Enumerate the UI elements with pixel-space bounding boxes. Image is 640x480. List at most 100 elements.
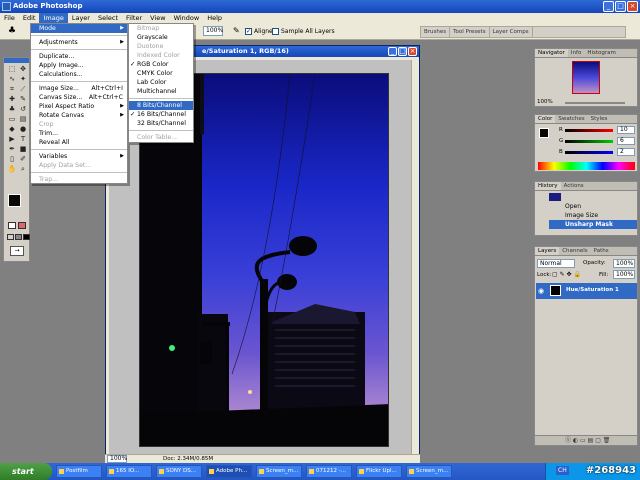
well-tab-tool-presets[interactable]: Tool Presets xyxy=(450,27,490,37)
mode_menu-item[interactable]: 32 Bits/Channel xyxy=(129,119,193,128)
stamp-tool-icon[interactable]: ♣ xyxy=(7,105,17,114)
menu-window[interactable]: Window xyxy=(170,13,204,23)
notes-tool-icon[interactable]: ▯ xyxy=(7,155,17,164)
opacity-field[interactable]: 100% xyxy=(613,259,635,268)
channel-r-slider[interactable] xyxy=(565,129,613,132)
layers-footer-buttons[interactable]: ⓢ ◐ ▭ ▤ ▢ 🗑 xyxy=(535,435,637,445)
color-foreground-swatch[interactable] xyxy=(539,128,549,138)
image_menu-item[interactable]: Apply Image... xyxy=(31,61,127,70)
mode_menu-item[interactable]: Lab Color xyxy=(129,78,193,87)
type-tool-icon[interactable]: T xyxy=(18,135,28,144)
taskbar-item[interactable]: SONY DS... xyxy=(156,465,202,478)
screen-mode-standard-icon[interactable] xyxy=(7,234,14,240)
image_menu-item[interactable]: Calculations... xyxy=(31,70,127,79)
mode_menu-item[interactable]: Multichannel xyxy=(129,87,193,96)
history-snapshot-thumbnail[interactable] xyxy=(549,193,561,201)
eyedropper-icon[interactable]: ✐ xyxy=(18,155,28,164)
image_menu-item[interactable]: Reveal All xyxy=(31,138,127,147)
dodge-tool-icon[interactable]: ● xyxy=(18,125,28,134)
status-zoom-field[interactable]: 100% xyxy=(107,455,127,463)
history-item[interactable]: Open xyxy=(549,202,637,211)
zoom-tool-icon[interactable]: ⌕ xyxy=(18,165,28,174)
taskbar-item[interactable]: 071212 -... xyxy=(306,465,352,478)
imageready-jump-icon[interactable]: → xyxy=(10,246,24,256)
color-ramp[interactable] xyxy=(538,162,635,170)
start-button[interactable]: start xyxy=(0,463,52,480)
channel-r-value[interactable]: 10 xyxy=(617,126,635,134)
history-item[interactable]: Image Size xyxy=(549,211,637,220)
eraser-tool-icon[interactable]: ▭ xyxy=(7,115,17,124)
image_menu-item[interactable]: Adjustments ▶ xyxy=(31,38,127,47)
mode_menu-item[interactable]: 16 Bits/Channel ✓ xyxy=(129,110,193,119)
menu-image[interactable]: Image xyxy=(39,13,68,23)
channel-b-slider[interactable] xyxy=(565,151,613,154)
menu-edit[interactable]: Edit xyxy=(19,13,40,23)
channel-g-slider[interactable] xyxy=(565,140,613,143)
tab-color[interactable]: Color xyxy=(535,115,556,123)
menu-help[interactable]: Help xyxy=(203,13,226,23)
image_menu-item[interactable]: Rotate Canvas ▶ xyxy=(31,111,127,120)
vertical-scrollbar[interactable] xyxy=(411,60,418,455)
taskbar-item[interactable]: Postfilm xyxy=(56,465,102,478)
tab-layers[interactable]: Layers xyxy=(535,247,560,255)
doc-minimize-icon[interactable]: _ xyxy=(388,47,397,56)
screen-mode-full-menu-icon[interactable] xyxy=(15,234,22,240)
screen-mode-full-icon[interactable] xyxy=(23,234,30,240)
tab-styles[interactable]: Styles xyxy=(588,115,611,123)
mode_menu-item[interactable]: 8 Bits/Channel xyxy=(129,101,193,110)
history-brush-icon[interactable]: ↺ xyxy=(18,105,28,114)
close-icon[interactable]: × xyxy=(627,1,638,12)
menu-view[interactable]: View xyxy=(146,13,169,23)
image_menu-item[interactable]: Canvas Size... Alt+Ctrl+C xyxy=(31,93,127,102)
lasso-tool-icon[interactable]: ∿ xyxy=(7,75,17,84)
gradient-tool-icon[interactable]: ▤ xyxy=(18,115,28,124)
tab-channels[interactable]: Channels xyxy=(559,247,590,255)
navigator-zoom-slider[interactable] xyxy=(565,102,625,104)
shape-tool-icon[interactable]: ■ xyxy=(18,145,28,154)
blur-tool-icon[interactable]: ◆ xyxy=(7,125,17,134)
menu-layer[interactable]: Layer xyxy=(68,13,94,23)
crop-tool-icon[interactable]: ⌗ xyxy=(7,85,17,94)
eye-icon[interactable]: ◉ xyxy=(538,287,544,295)
fill-field[interactable]: 100% xyxy=(613,270,635,279)
sample-all-layers-checkbox[interactable] xyxy=(272,28,279,35)
well-tab-brushes[interactable]: Brushes xyxy=(421,27,451,37)
blend-mode-select[interactable]: Normal xyxy=(537,259,575,268)
taskbar-item[interactable]: Screen_m... xyxy=(256,465,302,478)
magic-wand-icon[interactable]: ✦ xyxy=(18,75,28,84)
slice-tool-icon[interactable]: ⟋ xyxy=(18,85,28,94)
image_menu-item[interactable]: Trim... xyxy=(31,129,127,138)
image_menu-item[interactable]: Duplicate... xyxy=(31,52,127,61)
lock-icons[interactable]: ▢ ✎ ✥ 🔒 xyxy=(552,271,581,278)
well-tab-layer-comps[interactable]: Layer Comps xyxy=(490,27,533,37)
standard-mode-icon[interactable] xyxy=(8,222,16,229)
healing-brush-icon[interactable]: ✚ xyxy=(7,95,17,104)
menu-filter[interactable]: Filter xyxy=(122,13,146,23)
clone-stamp-icon[interactable]: ♣ xyxy=(8,26,16,36)
tab-swatches[interactable]: Swatches xyxy=(555,115,587,123)
image_menu-item[interactable]: Variables ▶ xyxy=(31,152,127,161)
taskbar-item[interactable]: Screen_m... xyxy=(406,465,452,478)
minimize-icon[interactable]: _ xyxy=(603,1,614,12)
menu-select[interactable]: Select xyxy=(94,13,122,23)
tab-histogram[interactable]: Histogram xyxy=(584,49,619,57)
zoom-field[interactable]: 100% xyxy=(203,26,223,36)
image_menu-item[interactable]: Pixel Aspect Ratio ▶ xyxy=(31,102,127,111)
pen-tool-icon[interactable]: ✒ xyxy=(7,145,17,154)
mode_menu-item[interactable]: Grayscale xyxy=(129,33,193,42)
brush-tool-icon[interactable]: ✎ xyxy=(18,95,28,104)
tab-paths[interactable]: Paths xyxy=(591,247,612,255)
path-select-icon[interactable]: ▶ xyxy=(7,135,17,144)
language-indicator[interactable]: CH xyxy=(556,466,569,475)
taskbar-item[interactable]: Flickr Upl... xyxy=(356,465,402,478)
foreground-color-swatch[interactable] xyxy=(8,194,21,207)
aligned-checkbox[interactable]: ✓ xyxy=(245,28,252,35)
mode_menu-item[interactable]: CMYK Color xyxy=(129,69,193,78)
layer-row[interactable]: ◉ Hue/Saturation 1 xyxy=(536,283,637,299)
tab-history[interactable]: History xyxy=(535,182,561,190)
navigator-thumbnail[interactable] xyxy=(572,61,600,94)
airbrush-icon[interactable]: ✎ xyxy=(233,26,240,35)
move-tool-icon[interactable]: ✥ xyxy=(18,65,28,74)
tab-navigator[interactable]: Navigator xyxy=(535,49,568,57)
doc-close-icon[interactable]: × xyxy=(408,47,417,56)
